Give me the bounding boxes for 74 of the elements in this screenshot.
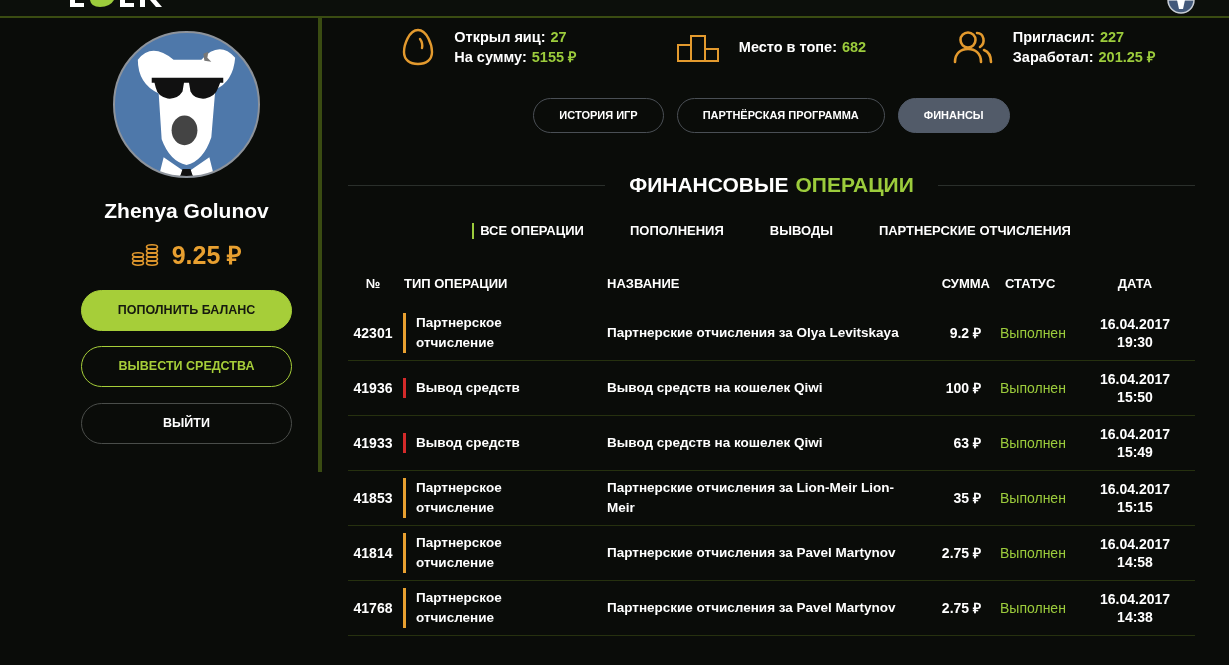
operation-time: 15:50 bbox=[1117, 388, 1153, 406]
operation-status: Выполнен bbox=[1000, 600, 1066, 616]
operation-date: 16.04.2017 bbox=[1099, 315, 1171, 333]
operation-date: 16.04.2017 bbox=[1099, 370, 1171, 388]
stat-label: Заработал: bbox=[1012, 48, 1094, 67]
operation-name: Вывод средств на кошелек Qiwi bbox=[607, 379, 824, 397]
coins-icon bbox=[130, 244, 159, 266]
podium-icon bbox=[676, 32, 719, 62]
section-title-accent: ОПЕРАЦИИ bbox=[795, 172, 914, 198]
filter-tab[interactable]: ПОПОЛНЕНИЯ bbox=[629, 223, 724, 239]
stat-value: 27 bbox=[550, 28, 567, 47]
balance-amount: 9.25 ₽ bbox=[171, 240, 243, 270]
column-header: СТАТУС bbox=[1005, 276, 1056, 291]
user-name: Zhenya Golunov bbox=[104, 198, 269, 224]
filter-tab[interactable]: ВСЕ ОПЕРАЦИИ bbox=[472, 223, 584, 239]
operation-amount: 100 ₽ bbox=[945, 380, 981, 396]
operation-type: Партнерское отчисление bbox=[416, 479, 503, 517]
operation-number: 41936 bbox=[353, 380, 393, 396]
stat-value: 201.25 ₽ bbox=[1098, 48, 1155, 67]
avatar-icon[interactable] bbox=[1167, 0, 1195, 14]
operation-time: 15:15 bbox=[1117, 498, 1153, 516]
stat-value: 5155 ₽ bbox=[531, 48, 577, 67]
operation-amount: 63 ₽ bbox=[953, 435, 981, 451]
operation-name: Партнерские отчисления за Lion-Meir Lion-Meir bbox=[607, 479, 896, 517]
filter-tab[interactable]: ВЫВОДЫ bbox=[769, 223, 833, 239]
operation-date: 16.04.2017 bbox=[1099, 425, 1171, 443]
operation-name: Вывод средств на кошелек Qiwi bbox=[607, 434, 824, 452]
operation-status: Выполнен bbox=[1000, 490, 1066, 506]
operation-name: Партнерские отчисления за Pavel Martynov bbox=[607, 599, 897, 617]
operation-status: Выполнен bbox=[1000, 325, 1066, 341]
operation-type: Партнерское отчисление bbox=[416, 314, 503, 352]
stat-label: Место в топе: bbox=[738, 38, 837, 57]
column-header: НАЗВАНИЕ bbox=[607, 276, 680, 291]
section-title: ФИНАНСОВЫЕ bbox=[629, 172, 789, 198]
column-header: № bbox=[365, 276, 381, 291]
operation-time: 15:49 bbox=[1117, 443, 1153, 461]
operation-name: Партнерские отчисления за Pavel Martynov bbox=[607, 544, 897, 562]
operation-number: 41768 bbox=[353, 600, 393, 616]
operation-time: 14:38 bbox=[1117, 608, 1153, 626]
operation-date: 16.04.2017 bbox=[1099, 535, 1171, 553]
operation-type: Партнерское отчисление bbox=[416, 589, 503, 627]
operation-time: 19:30 bbox=[1117, 333, 1153, 351]
action-button[interactable]: ПОПОЛНИТЬ БАЛАНС bbox=[81, 290, 292, 331]
operation-date: 16.04.2017 bbox=[1099, 480, 1171, 498]
operation-type: Вывод средств bbox=[416, 434, 521, 452]
egg-icon bbox=[402, 28, 435, 66]
stat-value: 227 bbox=[1099, 28, 1125, 47]
logo-drawing[interactable] bbox=[70, 0, 162, 8]
operation-number: 41853 bbox=[353, 490, 393, 506]
stat-value: 682 bbox=[842, 38, 867, 57]
column-header: ДАТА bbox=[1117, 276, 1153, 291]
operation-amount: 2.75 ₽ bbox=[941, 600, 981, 616]
operation-name: Партнерские отчисления за Olya Levitskaya bbox=[607, 324, 900, 342]
operation-time: 14:58 bbox=[1117, 553, 1153, 571]
operation-type: Вывод средств bbox=[416, 379, 521, 397]
people-icon bbox=[952, 30, 993, 64]
operation-status: Выполнен bbox=[1000, 435, 1066, 451]
stat-label: На сумму: bbox=[454, 48, 527, 67]
column-header: ТИП ОПЕРАЦИИ bbox=[404, 276, 508, 291]
stat-label: Открыл яиц: bbox=[454, 28, 546, 47]
operation-status: Выполнен bbox=[1000, 380, 1066, 396]
operation-date: 16.04.2017 bbox=[1099, 590, 1171, 608]
operation-amount: 2.75 ₽ bbox=[941, 545, 981, 561]
operation-number: 41814 bbox=[353, 545, 393, 561]
section-tab[interactable]: ФИНАНСЫ bbox=[897, 98, 1010, 133]
operation-amount: 35 ₽ bbox=[953, 490, 981, 506]
filter-tab[interactable]: ПАРТНЕРСКИЕ ОТЧИСЛЕНИЯ bbox=[878, 223, 1071, 239]
stat-label: Пригласил: bbox=[1012, 28, 1095, 47]
operation-number: 42301 bbox=[353, 325, 393, 341]
operation-type: Партнерское отчисление bbox=[416, 534, 503, 572]
column-header: СУММА bbox=[941, 276, 990, 291]
operation-number: 41933 bbox=[353, 435, 393, 451]
operation-status: Выполнен bbox=[1000, 545, 1066, 561]
operation-amount: 9.2 ₽ bbox=[949, 325, 981, 341]
